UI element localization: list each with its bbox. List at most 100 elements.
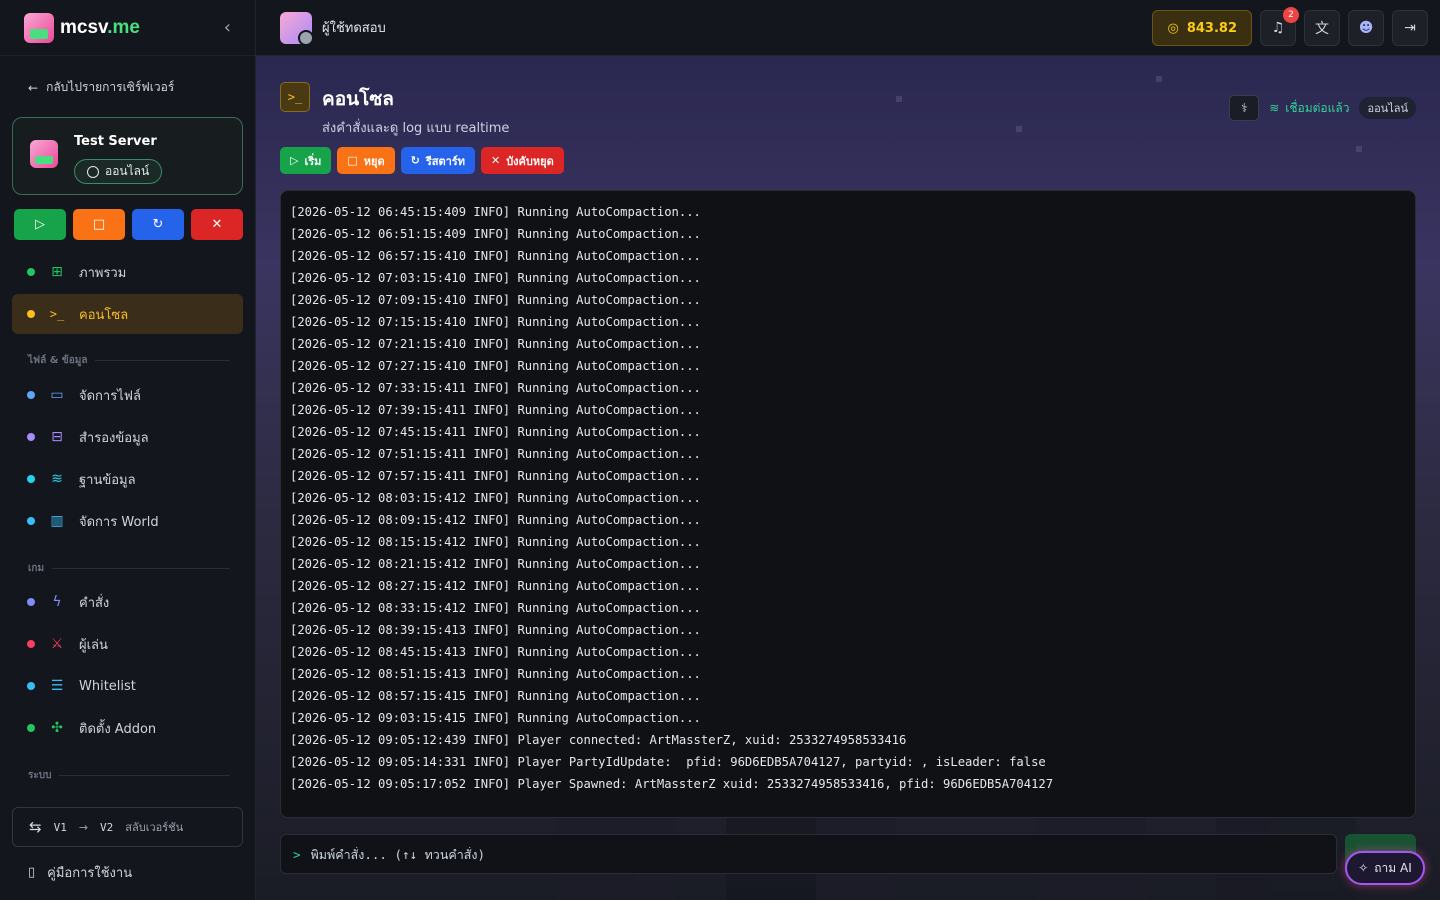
log-line: [2026-05-12 07:33:15:411 INFO] Running A… [290,381,701,395]
restart-button[interactable]: ↻ รีสตาร์ท [400,147,475,174]
coin-amount: 843.82 [1186,20,1237,36]
swords-icon: ⚔ [50,636,64,652]
sidebar-item-files[interactable]: ▭ จัดการไฟล์ [12,375,243,415]
notification-badge: 2 [1283,7,1299,23]
server-name: Test Server [74,134,157,149]
notifications-button[interactable]: ♫ 2 [1260,7,1299,46]
sidebar-item-label: จัดการไฟล์ [79,388,141,404]
log-line: [2026-05-12 08:03:15:412 INFO] Running A… [290,491,701,505]
sidebar-item-overview[interactable]: ⊞ ภาพรวม [12,252,243,292]
sidebar-item-backup[interactable]: ⊟ สำรองข้อมูล [12,417,243,457]
translate-icon: 文 [1315,21,1329,37]
language-button[interactable]: 文 [1304,10,1340,46]
divider [95,360,230,361]
sidebar-item-database[interactable]: ≋ ฐานข้อมูล [12,459,243,499]
prompt-symbol: > [293,846,301,862]
back-to-servers-link[interactable]: ← กลับไปรายการเซิร์ฟเวอร์ [28,78,174,97]
log-line: [2026-05-12 07:39:15:411 INFO] Running A… [290,403,701,417]
quick-stop-button[interactable]: □ [73,209,125,240]
version-from: V1 [53,820,67,834]
sidebar: mcsv.me ‹ ← กลับไปรายการเซิร์ฟเวอร์ Test… [0,0,256,900]
sidebar-item-world[interactable]: ▥ จัดการ World [12,501,243,541]
restart-icon: ↻ [152,217,164,232]
puzzle-icon: ✣ [51,720,63,736]
sidebar-item-label: จัดการ World [79,514,159,530]
coin-balance[interactable]: ◎ 843.82 [1152,10,1252,46]
connection-label: เชื่อมต่อแล้ว [1285,100,1350,115]
log-line: [2026-05-12 09:05:17:052 INFO] Player Sp… [290,777,1054,791]
sidebar-item-console[interactable]: >_ คอนโซล [12,294,243,334]
logout-icon: ⇥ [1404,20,1416,36]
status-dot [27,640,35,648]
log-line: [2026-05-12 06:57:15:410 INFO] Running A… [290,249,701,263]
section-label-game: เกม [28,561,230,576]
server-card[interactable]: Test Server ออนไลน์ [12,117,243,195]
discord-button[interactable]: ☻ [1348,10,1384,46]
restart-icon: ↻ [410,154,420,167]
stethoscope-icon[interactable]: ⚕ [1229,95,1260,121]
quick-start-button[interactable]: ▷ [14,209,66,240]
sidebar-item-label: Whitelist [79,678,136,694]
kill-button[interactable]: ✕ บังคับหยุด [480,147,564,174]
ask-ai-button[interactable]: ✧ ถาม AI [1345,851,1425,885]
sidebar-item-label: ผู้เล่น [79,637,108,653]
switch-version-button[interactable]: ⇆ V1 → V2 สลับเวอร์ชัน [12,807,243,847]
stop-button[interactable]: □ หยุด [337,147,395,174]
logout-button[interactable]: ⇥ [1392,10,1428,46]
sidebar-item-label: ฐานข้อมูล [79,472,136,488]
sidebar-item-label: ภาพรวม [79,265,127,281]
list-check-icon: ☰ [50,678,64,694]
status-dot [27,310,35,318]
bg-pixel [1356,146,1362,152]
sidebar-item-addon[interactable]: ✣ ติดตั้ง Addon [12,708,243,748]
log-line: [2026-05-12 08:51:15:413 INFO] Running A… [290,667,701,681]
chevron-left-icon[interactable]: ‹ [224,17,231,38]
log-line: [2026-05-12 08:09:15:412 INFO] Running A… [290,513,701,527]
page-title: คอนโซล [322,88,394,110]
wifi-icon: ≋ [1269,101,1280,115]
app-root: mcsv.me ‹ ← กลับไปรายการเซิร์ฟเวอร์ Test… [0,0,1440,900]
kill-icon: ✕ [211,217,223,232]
kill-label: บังคับหยุด [506,154,554,168]
server-status-label: ออนไลน์ [105,164,150,178]
logo-name-main: mcsv [60,16,108,38]
section-label-text: ไฟล์ & ข้อมูล [28,355,88,366]
divider [52,568,230,569]
manual-link[interactable]: ▯ คู่มือการใช้งาน [28,862,132,883]
start-button[interactable]: ▷ เริ่ม [280,147,332,174]
connection-indicator: ≋ เชื่อมต่อแล้ว [1269,99,1349,118]
sidebar-item-whitelist[interactable]: ☰ Whitelist [12,666,243,706]
map-icon: ▥ [50,513,64,529]
log-line: [2026-05-12 07:51:15:411 INFO] Running A… [290,447,701,461]
logo-name-suffix: .me [107,16,140,38]
logo[interactable]: mcsv.me [60,17,140,39]
bell-icon: ♫ [1271,20,1285,36]
log-line: [2026-05-12 07:03:15:410 INFO] Running A… [290,271,701,285]
status-dot [27,598,35,606]
stop-icon: □ [92,217,106,232]
sidebar-item-commands[interactable]: ϟ คำสั่ง [12,582,243,622]
status-dot [27,391,35,399]
sidebar-item-label: สำรองข้อมูล [79,430,149,446]
status-dot [27,517,35,525]
console-output[interactable]: [2026-05-12 06:45:15:409 INFO] Running A… [280,190,1416,818]
ask-ai-label: ถาม AI [1374,860,1412,875]
log-line: [2026-05-12 07:57:15:411 INFO] Running A… [290,469,701,483]
log-line: [2026-05-12 06:51:15:409 INFO] Running A… [290,227,701,241]
quick-restart-button[interactable]: ↻ [132,209,184,240]
command-input[interactable] [310,846,1211,862]
status-badge: ออนไลน์ [1359,97,1416,119]
back-label: กลับไปรายการเซิร์ฟเวอร์ [46,80,175,94]
avatar[interactable] [280,11,314,46]
power-actions: ▷ เริ่ม □ หยุด ↻ รีสตาร์ท ✕ บังคับหยุด [280,147,564,174]
terminal-icon: >_ [280,82,310,112]
status-dot [27,682,35,690]
sidebar-item-players[interactable]: ⚔ ผู้เล่น [12,624,243,664]
log-line: [2026-05-12 07:45:15:411 INFO] Running A… [290,425,701,439]
swap-icon: ⇆ [29,818,42,836]
log-line: [2026-05-12 08:15:15:412 INFO] Running A… [290,535,701,549]
stop-label: หยุด [363,154,385,168]
section-label-system: ระบบ [28,768,230,783]
quick-kill-button[interactable]: ✕ [191,209,243,240]
log-line: [2026-05-12 08:57:15:415 INFO] Running A… [290,689,701,703]
